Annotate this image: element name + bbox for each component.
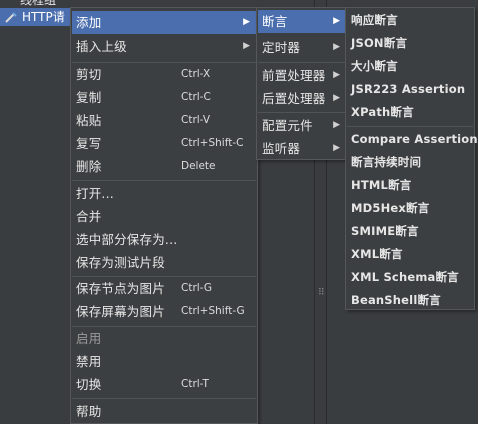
assertion-item-xml-schema[interactable]: XML Schema断言 — [347, 266, 473, 289]
menu-item-cut[interactable]: 剪切 Ctrl-X — [72, 63, 256, 86]
menu-item-save-as-test-fragment[interactable]: 保存为测试片段 — [72, 251, 256, 274]
menu-separator — [258, 112, 346, 113]
menu-item-merge[interactable]: 合并 — [72, 205, 256, 228]
menu-item-delete[interactable]: 删除 Delete — [72, 155, 256, 178]
assertion-item-response[interactable]: 响应断言 — [347, 9, 473, 32]
menu-item-save-node-as-image[interactable]: 保存节点为图片 Ctrl-G — [72, 277, 256, 300]
assertion-item-md5hex[interactable]: MD5Hex断言 — [347, 197, 473, 220]
assertion-item-duration[interactable]: 断言持续时间 — [347, 151, 473, 174]
chevron-right-icon: ▶ — [333, 16, 340, 26]
submenu-item-preprocessors[interactable]: 前置处理器 ▶ — [258, 64, 346, 87]
menu-item-enable[interactable]: 启用 — [72, 327, 256, 350]
tree-item-http-request[interactable]: HTTP请 — [0, 8, 72, 26]
assertion-item-jsr223[interactable]: JSR223 Assertion — [347, 78, 473, 101]
menu-separator — [72, 180, 256, 181]
menu-separator — [347, 126, 473, 127]
chevron-right-icon: ▶ — [243, 41, 250, 51]
splitter-handle[interactable]: ⠿ — [318, 288, 325, 298]
assertion-item-html[interactable]: HTML断言 — [347, 174, 473, 197]
menu-separator — [72, 398, 256, 399]
assertions-submenu: 响应断言 JSON断言 大小断言 JSR223 Assertion XPath断… — [345, 7, 478, 310]
menu-item-save-selection-as[interactable]: 选中部分保存为... — [72, 228, 256, 251]
assertion-item-xml[interactable]: XML断言 — [347, 243, 473, 266]
submenu-item-postprocessors[interactable]: 后置处理器 ▶ — [258, 87, 346, 110]
chevron-right-icon: ▶ — [333, 143, 340, 153]
menu-separator — [258, 62, 346, 63]
submenu-item-assertions[interactable]: 断言 ▶ — [258, 10, 346, 33]
menu-item-copy[interactable]: 复制 Ctrl-C — [72, 86, 256, 109]
chevron-right-icon: ▶ — [333, 120, 340, 130]
menu-item-open[interactable]: 打开... — [72, 182, 256, 205]
tree-item-label: HTTP请 — [22, 10, 65, 24]
menu-item-duplicate[interactable]: 复写 Ctrl+Shift-C — [72, 132, 256, 155]
menu-item-add[interactable]: 添加 ▶ — [72, 11, 256, 34]
assertion-item-xpath[interactable]: XPath断言 — [347, 101, 473, 124]
menu-item-insert-parent[interactable]: 插入上级 ▶ — [72, 35, 256, 58]
assertion-item-smime[interactable]: SMIME断言 — [347, 220, 473, 243]
menu-item-disable[interactable]: 禁用 — [72, 350, 256, 373]
chevron-right-icon: ▶ — [243, 17, 250, 27]
pipette-icon — [5, 12, 17, 23]
chevron-right-icon: ▶ — [333, 93, 340, 103]
assertion-item-json[interactable]: JSON断言 — [347, 32, 473, 55]
menu-item-help[interactable]: 帮助 — [72, 400, 256, 423]
submenu-item-listener[interactable]: 监听器 ▶ — [258, 137, 346, 160]
assertion-item-beanshell[interactable]: BeanShell断言 — [347, 289, 473, 310]
menu-item-toggle[interactable]: 切换 Ctrl-T — [72, 373, 256, 396]
menu-item-paste[interactable]: 粘贴 Ctrl-V — [72, 109, 256, 132]
context-menu: 添加 ▶ 插入上级 ▶ 剪切 Ctrl-X 复制 Ctrl-C 粘贴 Ctrl-… — [70, 7, 258, 424]
add-submenu: 断言 ▶ 定时器 ▶ 前置处理器 ▶ 后置处理器 ▶ 配置元件 ▶ 监听器 ▶ — [256, 7, 348, 160]
menu-item-save-screen-as-image[interactable]: 保存屏幕为图片 Ctrl+Shift-G — [72, 300, 256, 323]
assertion-item-compare[interactable]: Compare Assertion — [347, 128, 478, 151]
submenu-item-config-element[interactable]: 配置元件 ▶ — [258, 114, 346, 137]
submenu-item-timer[interactable]: 定时器 ▶ — [258, 36, 346, 59]
chevron-right-icon: ▶ — [333, 70, 340, 80]
chevron-right-icon: ▶ — [333, 42, 340, 52]
assertion-item-size[interactable]: 大小断言 — [347, 55, 473, 78]
